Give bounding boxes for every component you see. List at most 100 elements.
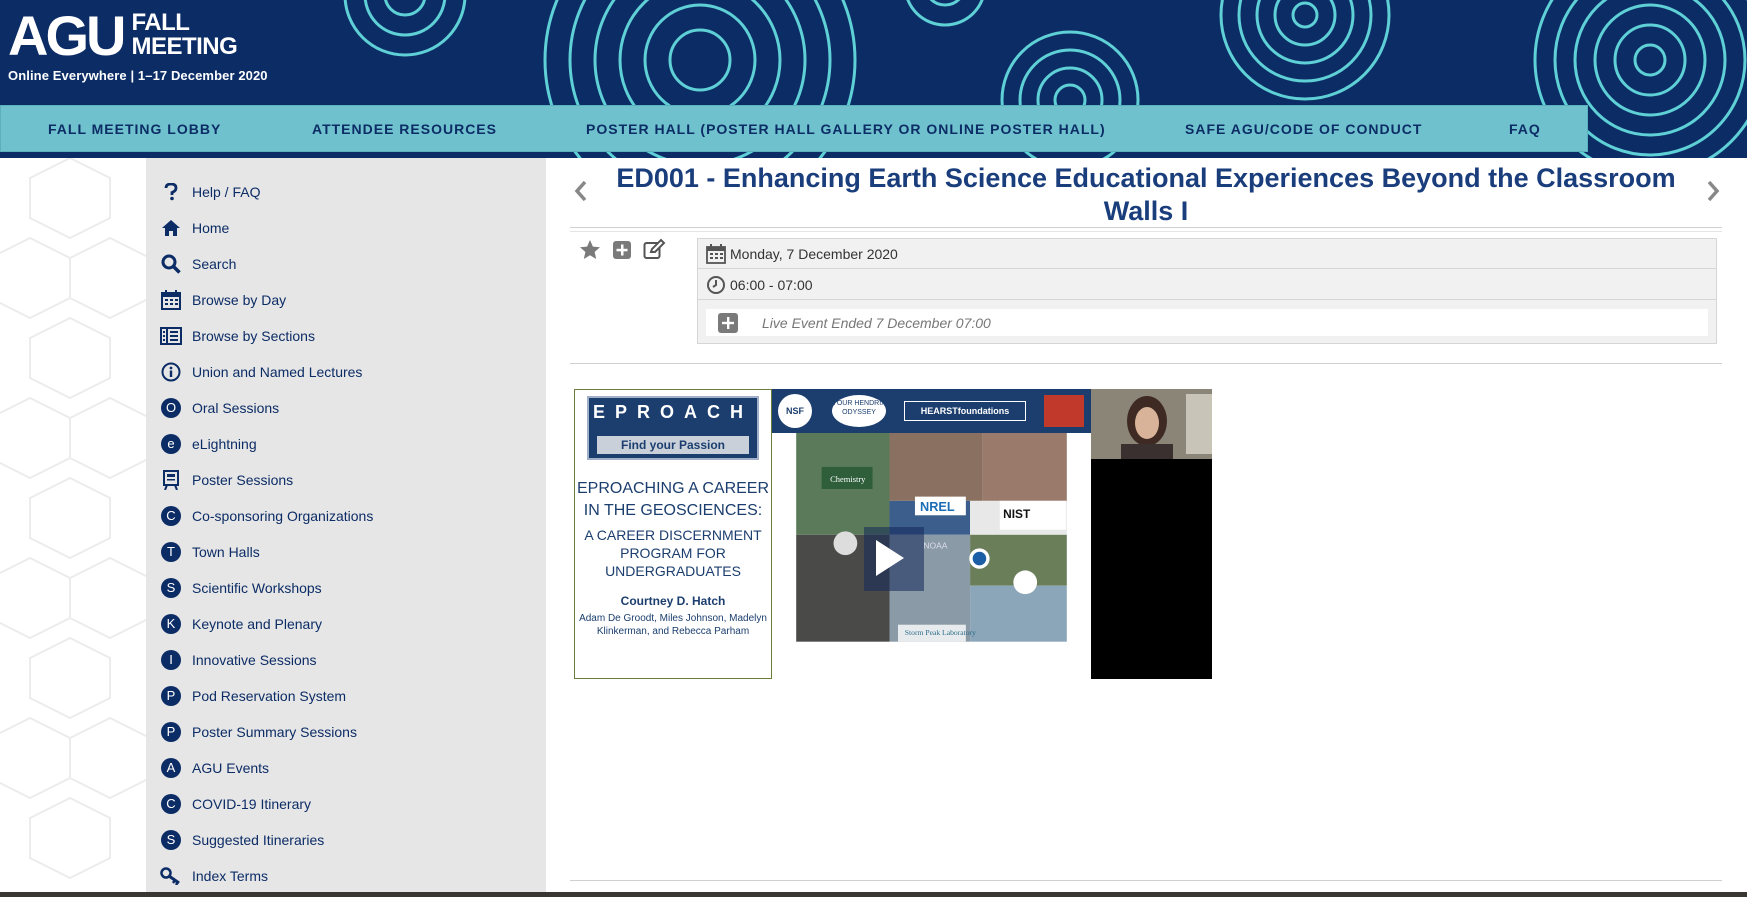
nav-faq[interactable]: FAQ	[1509, 106, 1541, 153]
speaker-silhouette	[1091, 389, 1212, 459]
bottom-divider	[570, 880, 1722, 881]
letter-o-glyph: O	[161, 398, 181, 418]
session-actions	[578, 238, 666, 262]
sidebar-item-label: Pod Reservation System	[192, 688, 347, 704]
nrel-logo: NREL	[920, 499, 955, 514]
hendrix-odyssey-logo: YOUR HENDRIX ODYSSEY	[832, 395, 886, 427]
sidebar-item-home[interactable]: Home	[160, 215, 229, 241]
sidebar-item-label: Keynote and Plenary	[192, 616, 322, 632]
nav-attendee-resources[interactable]: ATTENDEE RESOURCES	[312, 106, 497, 153]
play-icon[interactable]	[876, 540, 904, 576]
previous-session-button[interactable]	[574, 180, 588, 207]
letter-s-icon: S	[160, 577, 182, 599]
sidebar-item-agu-events[interactable]: A AGU Events	[160, 755, 269, 781]
next-session-button[interactable]	[1706, 180, 1720, 207]
sidebar-item-browse-by-sections[interactable]: Browse by Sections	[160, 323, 315, 349]
nav-fall-meeting-lobby[interactable]: FALL MEETING LOBBY	[48, 106, 221, 153]
live-event-row: Live Event Ended 7 December 07:00	[706, 309, 1708, 336]
sidebar-item-label: Oral Sessions	[192, 400, 280, 416]
sidebar-item-browse-by-day[interactable]: Browse by Day	[160, 287, 286, 313]
sidebar-item-label: Help / FAQ	[192, 184, 261, 200]
letter-i-icon: I	[160, 649, 182, 671]
edit-note-icon[interactable]	[642, 238, 666, 262]
session-date-row: Monday, 7 December 2020	[698, 239, 1716, 269]
top-navigation: FALL MEETING LOBBY ATTENDEE RESOURCES PO…	[0, 105, 1588, 152]
letter-c-glyph: C	[161, 794, 181, 814]
hendrix-shield-logo	[1044, 395, 1084, 427]
chevron-left-icon	[574, 180, 587, 202]
speaker-webcam	[1091, 389, 1212, 459]
sidebar-item-label: AGU Events	[192, 760, 270, 776]
sidebar-item-elightning[interactable]: e eLightning	[160, 431, 257, 457]
nist-logo: NIST	[1003, 507, 1031, 521]
sidebar-item-co-sponsoring[interactable]: C Co-sponsoring Organizations	[160, 503, 373, 529]
session-time-row: 06:00 - 07:00	[698, 270, 1716, 300]
sidebar-item-label: Innovative Sessions	[192, 652, 317, 668]
sidebar-item-label: eLightning	[192, 436, 257, 452]
sidebar-item-covid-itinerary[interactable]: C COVID-19 Itinerary	[160, 791, 311, 817]
sections-icon	[160, 325, 182, 347]
sidebar-item-label: Suggested Itineraries	[192, 832, 325, 848]
letter-e-glyph: e	[161, 434, 181, 454]
sidebar-item-union-lectures[interactable]: Union and Named Lectures	[160, 359, 362, 385]
sidebar-item-label: Index Terms	[192, 868, 268, 884]
sidebar-item-label: COVID-19 Itinerary	[192, 796, 312, 812]
clock-icon	[707, 275, 725, 294]
calendar-icon	[160, 289, 182, 311]
logo-tagline: Online Everywhere | 1–17 December 2020	[8, 68, 268, 83]
sidebar-item-suggested-itineraries[interactable]: S Suggested Itineraries	[160, 827, 324, 853]
letter-p-glyph: P	[161, 722, 181, 742]
sidebar-item-scientific-workshops[interactable]: S Scientific Workshops	[160, 575, 322, 601]
chemistry-sign: Chemistry	[830, 474, 866, 484]
slide-logo-bar: NSF YOUR HENDRIX ODYSSEY HEARSTfoundatio…	[772, 389, 1091, 433]
letter-t-icon: T	[160, 541, 182, 563]
home-icon	[160, 217, 182, 239]
logo-agu-text: AGU	[8, 4, 126, 67]
sidebar: Help / FAQ Home Search Browse by Day Bro…	[146, 158, 546, 894]
letter-s-glyph: S	[161, 830, 181, 850]
letter-a-glyph: A	[161, 758, 181, 778]
header-banner: AGU FALL MEETING Online Everywhere | 1–17 …	[0, 0, 1747, 158]
poster-icon	[160, 469, 182, 491]
nav-poster-hall[interactable]: POSTER HALL (POSTER HALL GALLERY OR ONLI…	[586, 106, 1106, 153]
sidebar-item-keynote-plenary[interactable]: K Keynote and Plenary	[160, 611, 322, 637]
noaa-text: NOAA	[923, 540, 947, 550]
letter-s-icon: S	[160, 829, 182, 851]
add-to-itinerary-icon[interactable]	[610, 238, 634, 262]
logo-meeting: MEETING	[131, 33, 238, 60]
letter-t-glyph: T	[161, 542, 181, 562]
sidebar-item-town-halls[interactable]: T Town Halls	[160, 539, 260, 565]
info-icon	[160, 361, 182, 383]
nav-safe-agu[interactable]: SAFE AGU/CODE OF CONDUCT	[1185, 106, 1422, 153]
sidebar-item-poster-sessions[interactable]: Poster Sessions	[160, 467, 293, 493]
slide-title-panel: EPROACH Find your Passion EPROACHING A C…	[574, 389, 772, 679]
session-title: ED001 - Enhancing Earth Science Educatio…	[616, 163, 1676, 226]
sidebar-item-label: Browse by Day	[192, 292, 287, 308]
sidebar-item-pod-reservation[interactable]: P Pod Reservation System	[160, 683, 346, 709]
expand-plus-icon[interactable]	[718, 312, 738, 333]
sidebar-item-poster-summary[interactable]: P Poster Summary Sessions	[160, 719, 357, 745]
sidebar-item-index-terms[interactable]: Index Terms	[160, 863, 268, 889]
sidebar-item-innovative-sessions[interactable]: I Innovative Sessions	[160, 647, 317, 673]
star-favorite-icon[interactable]	[578, 238, 602, 262]
sidebar-item-label: Scientific Workshops	[192, 580, 322, 596]
hearst-logo: HEARSTfoundations	[904, 401, 1026, 421]
sidebar-item-help-faq[interactable]: Help / FAQ	[160, 179, 260, 205]
video-player[interactable]: EPROACH Find your Passion EPROACHING A C…	[574, 389, 1212, 679]
letter-c-icon: C	[160, 793, 182, 815]
question-icon	[160, 181, 182, 203]
sidebar-item-label: Poster Sessions	[192, 472, 294, 488]
info-divider	[570, 363, 1722, 364]
live-event-status: Live Event Ended 7 December 07:00	[762, 314, 991, 331]
storm-peak-logo: Storm Peak Laboratory	[905, 628, 976, 637]
title-divider-secondary	[570, 231, 1722, 232]
sidebar-item-search[interactable]: Search	[160, 251, 236, 277]
logo-fall-meeting: FALL MEETING	[131, 11, 237, 59]
calendar-icon	[706, 243, 726, 264]
agu-logo[interactable]: AGU FALL MEETING Online Everywhere | 1–17 …	[8, 4, 268, 84]
video-slide: EPROACH Find your Passion EPROACHING A C…	[574, 389, 1091, 679]
letter-c-icon: C	[160, 505, 182, 527]
slide-coauthors: Adam De Groodt, Miles Johnson, Madelyn K…	[579, 613, 767, 637]
sidebar-item-oral-sessions[interactable]: O Oral Sessions	[160, 395, 279, 421]
eproach-logo: EPROACH Find your Passion	[587, 396, 759, 460]
